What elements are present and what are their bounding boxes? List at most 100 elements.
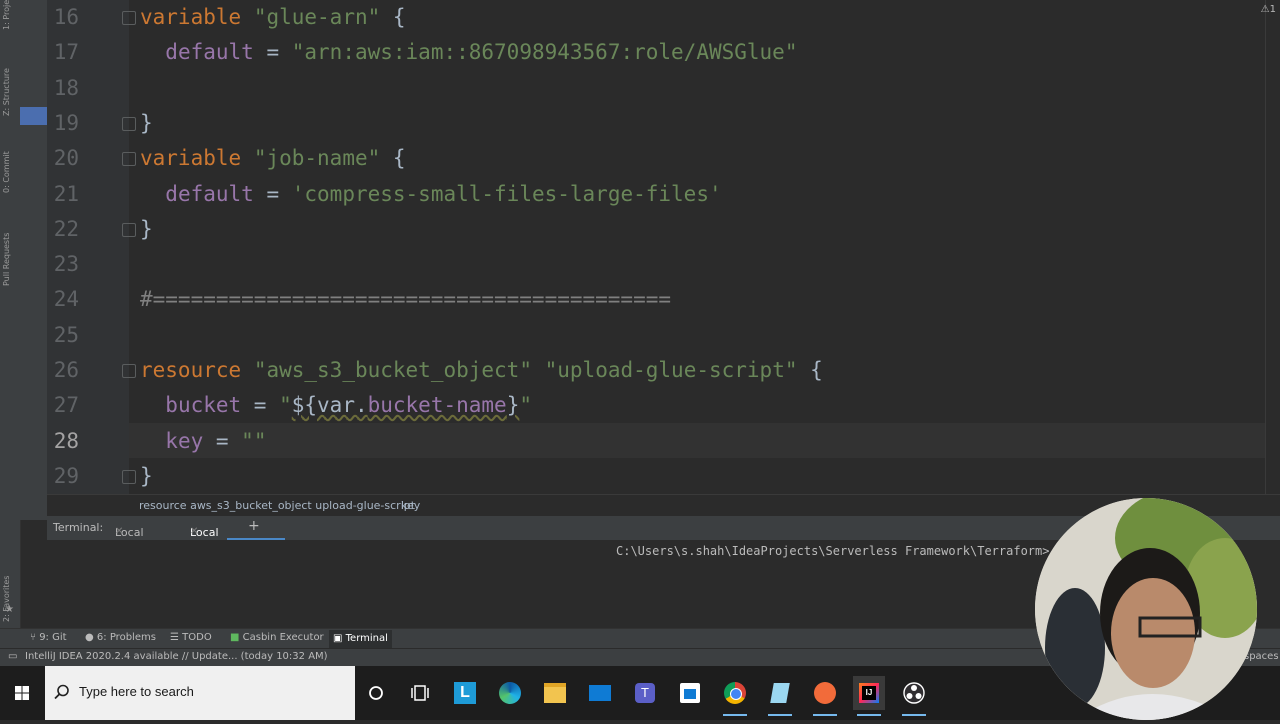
code-line[interactable]: } [140,106,153,141]
warning-count: 1 [1269,4,1276,15]
update-message[interactable]: IntelliJ IDEA 2020.2.4 available // Upda… [25,651,328,662]
code-token: "" [241,428,267,453]
teams-icon[interactable]: T [629,676,661,710]
code-token: = [253,181,292,206]
taskbar-search-input[interactable]: Type here to search [45,666,355,720]
fold-marker-icon[interactable] [122,152,136,167]
start-button[interactable] [0,666,45,720]
branch-icon: ⑂ [30,632,36,643]
code-token: variable [140,146,242,171]
fold-marker-icon[interactable] [122,469,136,484]
chrome-icon[interactable] [719,676,751,716]
problems-icon: ● [85,632,94,643]
code-token: "arn:aws:iam::867098943567:role/AWSGlue" [291,40,798,65]
code-line[interactable]: resource "aws_s3_bucket_object" "upload-… [140,353,823,388]
tab-todo[interactable]: ☰ TODO [170,632,212,643]
search-placeholder: Type here to search [79,684,194,699]
cortana-icon[interactable] [360,676,392,710]
code-token: bucket [165,393,242,418]
tab-casbin-executor[interactable]: ■ Casbin Executor [230,632,324,643]
code-editor[interactable]: ⚠1 16 variable "glue-arn" {17 default = "… [47,0,1280,494]
code-line[interactable]: variable "glue-arn" { [140,0,406,35]
line-number: 17 [53,40,79,65]
line-number: 29 [53,463,79,488]
casbin-icon: ■ [230,632,240,643]
fold-marker-icon[interactable] [122,11,136,25]
terminal-prompt: C:\Users\s.shah\IdeaProjects\Serverless … [616,544,1050,558]
code-token: bucket-name [367,393,507,418]
warning-icon[interactable]: ⚠1 [1261,4,1276,15]
notepad-icon[interactable] [764,676,796,716]
editor-scrollbar[interactable]: ⚠1 [1261,0,1280,494]
project-tool-tab[interactable]: 1: Project [2,0,18,30]
fold-marker-icon[interactable] [122,222,136,237]
store-icon[interactable] [674,676,706,710]
code-token: "job-name" [253,146,381,171]
l-app-icon[interactable]: L [449,676,481,710]
project-selection-highlight [20,107,47,125]
structure-tool-tab[interactable]: Z: Structure [2,56,18,116]
close-icon[interactable]: ✕ [190,526,198,537]
breadcrumb-item-key[interactable]: key [401,499,420,512]
line-number: 26 [53,358,79,382]
code-token: { [380,146,406,171]
code-token: } [140,216,153,241]
terminal-label: Terminal: [53,521,104,534]
code-token: " [519,393,532,418]
windows-logo-icon [15,686,29,700]
tab-terminal[interactable]: ▣ Terminal [329,630,392,648]
fold-marker-icon[interactable] [122,116,136,131]
code-token: { [797,358,823,382]
line-number: 24 [53,287,79,312]
line-number: 25 [53,322,79,347]
add-terminal-button[interactable]: + [248,518,260,534]
obs-icon[interactable] [898,676,930,716]
code-token: " [279,393,292,418]
commit-tool-tab[interactable]: 0: Commit [2,138,18,193]
star-icon: ★ [5,604,14,615]
file-explorer-icon[interactable] [539,676,571,710]
code-line[interactable]: variable "job-name" { [140,141,406,176]
current-line-highlight [129,423,1280,458]
close-icon[interactable]: ✕ [115,526,123,537]
edge-icon[interactable] [494,676,526,710]
tab-problems[interactable]: ● 6: Problems [85,632,156,643]
code-line[interactable]: } [140,459,153,494]
code-line[interactable]: bucket = "${var.bucket-name}" [140,388,532,423]
code-line[interactable]: } [140,212,153,247]
code-token: = [241,393,280,418]
fold-marker-icon[interactable] [122,364,136,378]
code-line[interactable]: default = 'compress-small-files-large-fi… [140,177,721,212]
postman-icon[interactable] [809,676,841,716]
code-token: "glue-arn" [253,5,381,29]
indent-status[interactable]: spaces [1244,651,1279,662]
code-line[interactable]: default = "arn:aws:iam::867098943567:rol… [140,35,797,70]
code-token: } [140,463,153,488]
line-number: 27 [53,393,79,418]
task-view-icon[interactable] [404,676,436,710]
code-token: } [506,393,520,418]
code-token: resource [140,358,242,382]
mail-icon[interactable] [584,676,616,710]
code-token: } [140,110,153,135]
presenter-video-image [1035,498,1257,720]
pull-requests-tool-tab[interactable]: Pull Requests [2,216,18,286]
project-panel [20,0,47,520]
line-number: 28 [53,428,79,453]
line-number: 20 [53,146,79,171]
line-number: 21 [53,181,79,206]
line-number: 23 [53,252,79,277]
code-token: "upload-glue-script" [544,358,798,382]
code-token: = [203,428,242,453]
tab-git[interactable]: ⑂ 9: Git [30,632,67,643]
code-line[interactable]: key = "" [140,424,266,459]
layout-icon[interactable]: ▭ [8,651,17,662]
line-number: 22 [53,216,79,241]
code-line[interactable]: #=======================================… [140,282,671,317]
code-token: default [165,40,254,65]
intellij-icon[interactable]: IJ [853,676,885,716]
breadcrumb-item-resource[interactable]: resource aws_s3_bucket_object upload-glu… [139,499,415,512]
